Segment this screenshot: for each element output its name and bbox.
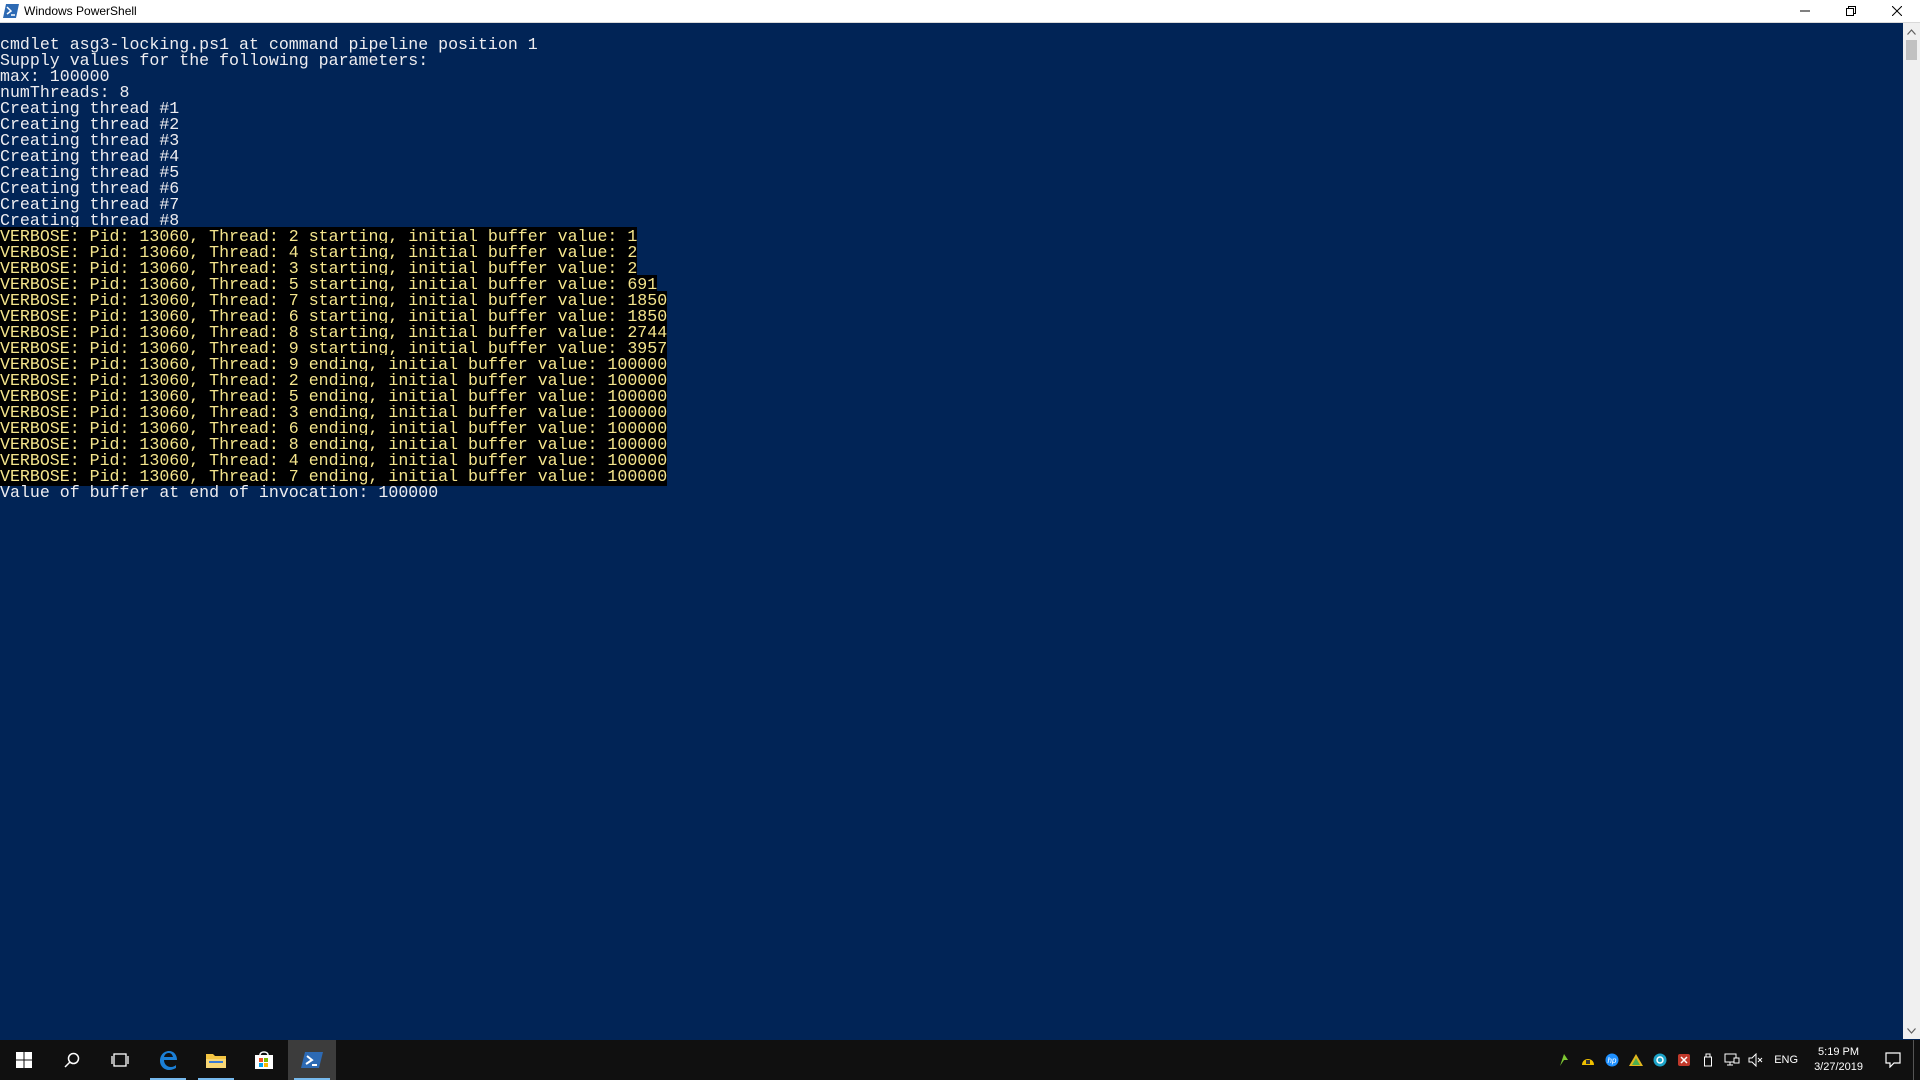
powershell-icon [301, 1052, 323, 1068]
scroll-down-arrow[interactable] [1903, 1022, 1920, 1039]
console-text: cmdlet asg3-locking.ps1 at command pipel… [0, 36, 668, 502]
close-icon [1892, 6, 1902, 16]
edge-button[interactable] [144, 1040, 192, 1080]
tray-app-icon[interactable] [1648, 1040, 1672, 1080]
svg-text:hp: hp [1608, 1056, 1617, 1065]
tray-app-icon[interactable] [1672, 1040, 1696, 1080]
restore-button[interactable] [1828, 0, 1874, 22]
restore-icon [1846, 6, 1856, 16]
tray-app-icon[interactable] [1552, 1040, 1576, 1080]
window-controls [1782, 0, 1920, 22]
notification-icon [1885, 1052, 1901, 1068]
close-button[interactable] [1874, 0, 1920, 22]
taskbar: hp ENG 5:19 PM 3/27/2019 [0, 1040, 1920, 1080]
vertical-scrollbar[interactable] [1903, 23, 1920, 1039]
system-tray: hp ENG 5:19 PM 3/27/2019 [1552, 1040, 1920, 1080]
chevron-down-icon [1907, 1027, 1916, 1034]
store-icon [255, 1051, 273, 1069]
network-icon[interactable] [1720, 1040, 1744, 1080]
scroll-up-arrow[interactable] [1903, 23, 1920, 40]
hp-icon[interactable]: hp [1600, 1040, 1624, 1080]
tray-app-icon[interactable] [1576, 1040, 1600, 1080]
volume-muted-icon[interactable] [1744, 1040, 1768, 1080]
clock-time: 5:19 PM [1818, 1046, 1860, 1058]
folder-icon [206, 1054, 226, 1068]
usb-icon[interactable] [1696, 1040, 1720, 1080]
powershell-button[interactable] [288, 1040, 336, 1080]
file-explorer-button[interactable] [192, 1040, 240, 1080]
minimize-button[interactable] [1782, 0, 1828, 22]
search-button[interactable] [48, 1040, 96, 1080]
language-indicator[interactable]: ENG [1768, 1054, 1804, 1066]
minimize-icon [1800, 10, 1810, 12]
action-center-button[interactable] [1873, 1040, 1913, 1080]
scroll-thumb[interactable] [1906, 40, 1917, 60]
show-desktop-button[interactable] [1913, 1040, 1920, 1080]
windows-logo-icon [16, 1052, 32, 1068]
store-button[interactable] [240, 1040, 288, 1080]
clock[interactable]: 5:19 PM 3/27/2019 [1804, 1045, 1873, 1075]
console-line: Value of buffer at end of invocation: 10… [0, 483, 439, 502]
edge-icon [160, 1051, 177, 1070]
powershell-icon [3, 4, 19, 18]
clock-date: 3/27/2019 [1814, 1061, 1863, 1073]
tray-app-icon[interactable] [1624, 1040, 1648, 1080]
search-icon [64, 1052, 80, 1068]
chevron-up-icon [1907, 28, 1916, 35]
task-view-icon [111, 1053, 129, 1067]
console-output-area[interactable]: cmdlet asg3-locking.ps1 at command pipel… [0, 23, 1902, 1039]
window-title: Windows PowerShell [24, 4, 137, 18]
window-title-bar[interactable]: Windows PowerShell [0, 0, 1920, 23]
start-button[interactable] [0, 1040, 48, 1080]
task-view-button[interactable] [96, 1040, 144, 1080]
